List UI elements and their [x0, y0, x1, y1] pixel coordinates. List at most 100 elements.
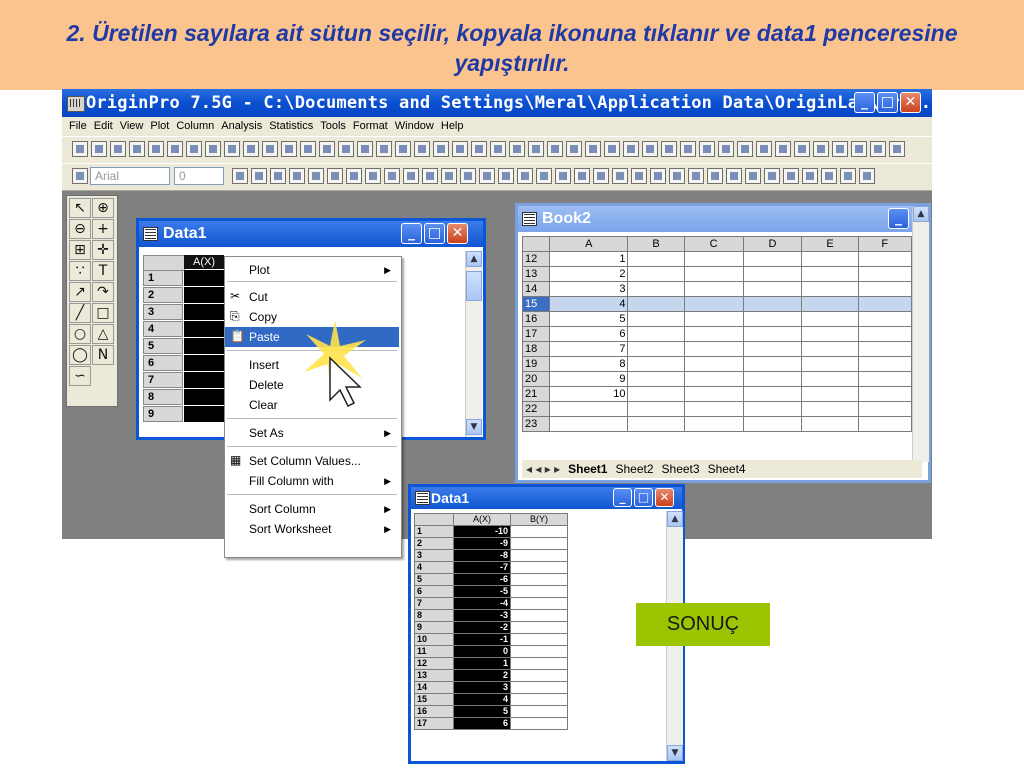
result-cell-a[interactable]: 0 — [453, 645, 511, 658]
toolbar-button-icon[interactable] — [623, 141, 639, 157]
result-cell-a[interactable]: 3 — [453, 681, 511, 694]
ctx-item-set-column-values[interactable]: ▦ Set Column Values... — [225, 451, 399, 471]
format-button-icon[interactable] — [422, 168, 438, 184]
menu-edit[interactable]: Edit — [94, 120, 113, 132]
result-row-header[interactable]: 11 — [414, 645, 454, 658]
result-maximize-button[interactable]: □ — [634, 488, 653, 507]
curved-arrow-tool-icon[interactable]: ↷ — [92, 282, 114, 302]
result-row-header[interactable]: 2 — [414, 537, 454, 550]
book2-col-header[interactable]: F — [857, 236, 912, 252]
book2-cell-a[interactable]: 9 — [548, 371, 629, 387]
book2-cell[interactable] — [627, 416, 685, 432]
format-button-icon[interactable] — [593, 168, 609, 184]
book2-row-header[interactable]: 13 — [522, 266, 550, 282]
format-button-icon[interactable] — [745, 168, 761, 184]
sheet-nav-icon[interactable]: ◂ ◂ ▸ ▸ — [526, 462, 560, 476]
sheet-tab-sheet3[interactable]: Sheet3 — [662, 462, 700, 476]
book2-cell[interactable] — [857, 296, 912, 312]
book2-col-header[interactable]: A — [548, 236, 629, 252]
book2-cell[interactable] — [801, 401, 859, 417]
selected-cell[interactable] — [184, 270, 224, 286]
ctx-item-set-as[interactable]: Set As ▶ — [225, 423, 399, 443]
line-tool-icon[interactable]: ╱ — [69, 303, 91, 323]
book2-cell[interactable] — [683, 266, 744, 282]
book2-cell[interactable] — [801, 386, 859, 402]
book2-vscroll[interactable]: ▲ — [912, 206, 929, 462]
font-size-field[interactable]: 0 — [174, 167, 224, 185]
result-row-header[interactable]: 16 — [414, 705, 454, 718]
book2-cell[interactable] — [627, 386, 685, 402]
book2-cell[interactable] — [801, 341, 859, 357]
book2-cell[interactable] — [857, 326, 912, 342]
book2-cell[interactable] — [683, 326, 744, 342]
format-button-icon[interactable] — [821, 168, 837, 184]
format-button-icon[interactable] — [802, 168, 818, 184]
result-cell-a[interactable]: -10 — [453, 525, 511, 538]
scroll-up-icon[interactable]: ▲ — [466, 251, 482, 267]
row-header[interactable]: 6 — [143, 355, 183, 371]
toolbar-button-icon[interactable] — [433, 141, 449, 157]
toolbar-button-icon[interactable] — [680, 141, 696, 157]
book2-row-header[interactable]: 15 — [522, 296, 550, 312]
book2-cell[interactable] — [857, 371, 912, 387]
book2-cell[interactable] — [857, 341, 912, 357]
selected-cell[interactable] — [184, 304, 224, 320]
menu-analysis[interactable]: Analysis — [221, 120, 262, 132]
book2-cell[interactable] — [683, 251, 744, 267]
zoom-out-tool-icon[interactable]: ⊖ — [69, 219, 91, 239]
result-cell-a[interactable]: -2 — [453, 621, 511, 634]
arrow-tool-icon[interactable]: ↗ — [69, 282, 91, 302]
book2-cell[interactable] — [742, 386, 803, 402]
result-cell-a[interactable]: -3 — [453, 609, 511, 622]
result-cell-a[interactable]: 5 — [453, 705, 511, 718]
result-cell-b[interactable] — [510, 717, 568, 730]
result-cell-b[interactable] — [510, 657, 568, 670]
result-col-a-header[interactable]: A(X) — [453, 513, 511, 526]
sheet-tab-sheet1[interactable]: Sheet1 — [568, 462, 607, 476]
book2-cell[interactable] — [801, 311, 859, 327]
book2-titlebar[interactable]: Book2 _ — [518, 206, 928, 232]
result-row-header[interactable]: 9 — [414, 621, 454, 634]
book2-cell[interactable] — [742, 296, 803, 312]
format-button-icon[interactable] — [612, 168, 628, 184]
toolbar-button-icon[interactable] — [205, 141, 221, 157]
book2-cell[interactable] — [683, 386, 744, 402]
result-scroll-down-icon[interactable]: ▼ — [667, 745, 683, 761]
book2-cell[interactable] — [742, 356, 803, 372]
book2-cell[interactable] — [683, 416, 744, 432]
book2-col-header[interactable]: B — [627, 236, 685, 252]
book2-cell[interactable] — [857, 416, 912, 432]
menu-plot[interactable]: Plot — [150, 120, 169, 132]
pointer-tool-icon[interactable]: ↖ — [69, 198, 91, 218]
format-button-icon[interactable] — [270, 168, 286, 184]
toolbar-button-icon[interactable] — [851, 141, 867, 157]
book2-col-header[interactable]: D — [742, 236, 803, 252]
result-cell-b[interactable] — [510, 597, 568, 610]
toolbar-button-icon[interactable] — [813, 141, 829, 157]
book2-cell[interactable] — [742, 416, 803, 432]
book2-cell[interactable] — [627, 266, 685, 282]
result-row-header[interactable]: 4 — [414, 561, 454, 574]
book2-cell[interactable] — [742, 401, 803, 417]
book2-cell-a[interactable]: 1 — [548, 251, 629, 267]
toolbar-button-icon[interactable] — [186, 141, 202, 157]
result-cell-b[interactable] — [510, 573, 568, 586]
toolbar-button-icon[interactable] — [604, 141, 620, 157]
result-titlebar[interactable]: Data1 _ □ ✕ — [411, 487, 682, 509]
book2-row-header[interactable]: 16 — [522, 311, 550, 327]
crosshair-tool-icon[interactable]: + — [92, 219, 114, 239]
book2-col-header[interactable]: E — [801, 236, 859, 252]
toolbar-button-icon[interactable] — [756, 141, 772, 157]
row-header[interactable]: 4 — [143, 321, 183, 337]
book2-cell[interactable] — [801, 356, 859, 372]
book2-cell[interactable] — [742, 281, 803, 297]
maximize-button[interactable]: □ — [877, 92, 898, 113]
result-row-header[interactable]: 3 — [414, 549, 454, 562]
result-cell-b[interactable] — [510, 645, 568, 658]
book2-cell[interactable] — [857, 356, 912, 372]
result-row-header[interactable]: 17 — [414, 717, 454, 730]
result-cell-b[interactable] — [510, 669, 568, 682]
format-button-icon[interactable] — [289, 168, 305, 184]
toolbar-button-icon[interactable] — [870, 141, 886, 157]
toolbar-button-icon[interactable] — [91, 141, 107, 157]
